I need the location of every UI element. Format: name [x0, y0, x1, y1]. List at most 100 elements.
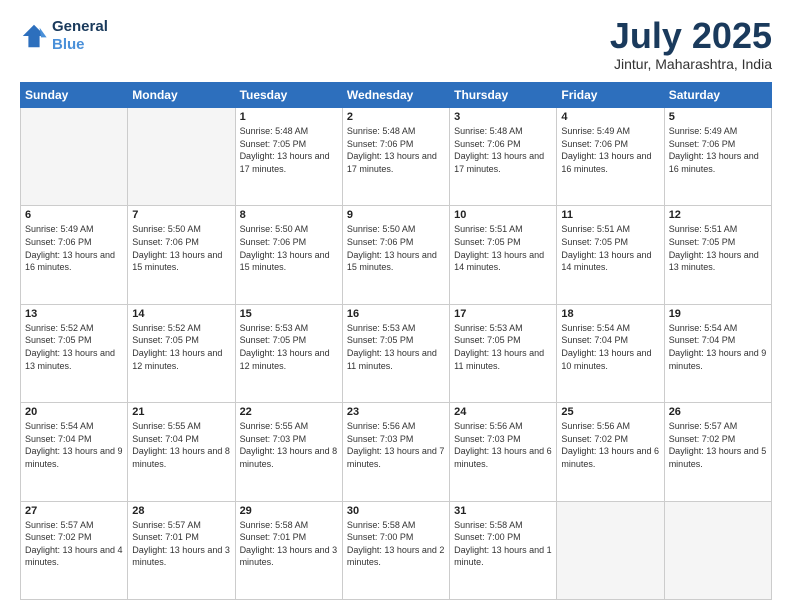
logo-line2: Blue — [52, 36, 108, 54]
day-cell-w4d4: 23 Sunrise: 5:56 AM Sunset: 7:03 PM Dayli… — [342, 403, 449, 501]
day-number: 1 — [240, 111, 338, 123]
location: Jintur, Maharashtra, India — [610, 56, 772, 72]
day-number: 27 — [25, 505, 123, 517]
day-number: 19 — [669, 308, 767, 320]
day-number: 31 — [454, 505, 552, 517]
day-number: 4 — [561, 111, 659, 123]
calendar-table: Sunday Monday Tuesday Wednesday Thursday… — [20, 82, 772, 600]
logo-line1: General — [52, 18, 108, 36]
week-row-3: 13 Sunrise: 5:52 AM Sunset: 7:05 PM Dayli… — [21, 304, 772, 402]
day-number: 11 — [561, 209, 659, 221]
day-info: Sunrise: 5:57 AM Sunset: 7:02 PM Dayligh… — [669, 420, 767, 470]
day-number: 30 — [347, 505, 445, 517]
day-info: Sunrise: 5:52 AM Sunset: 7:05 PM Dayligh… — [25, 322, 123, 372]
logo: General Blue — [20, 18, 108, 54]
day-info: Sunrise: 5:51 AM Sunset: 7:05 PM Dayligh… — [454, 223, 552, 273]
day-number: 2 — [347, 111, 445, 123]
week-row-2: 6 Sunrise: 5:49 AM Sunset: 7:06 PM Daylig… — [21, 206, 772, 304]
day-cell-w2d7: 12 Sunrise: 5:51 AM Sunset: 7:05 PM Dayli… — [664, 206, 771, 304]
day-info: Sunrise: 5:49 AM Sunset: 7:06 PM Dayligh… — [669, 125, 767, 175]
day-number: 13 — [25, 308, 123, 320]
day-cell-w1d3: 1 Sunrise: 5:48 AM Sunset: 7:05 PM Daylig… — [235, 108, 342, 206]
day-info: Sunrise: 5:53 AM Sunset: 7:05 PM Dayligh… — [347, 322, 445, 372]
day-info: Sunrise: 5:58 AM Sunset: 7:00 PM Dayligh… — [347, 519, 445, 569]
header: General Blue July 2025 Jintur, Maharasht… — [20, 18, 772, 72]
week-row-4: 20Sunrise: 5:54 AM Sunset: 7:04 PM Dayli… — [21, 403, 772, 501]
day-info: Sunrise: 5:51 AM Sunset: 7:05 PM Dayligh… — [669, 223, 767, 273]
day-cell-w3d6: 18Sunrise: 5:54 AM Sunset: 7:04 PM Dayli… — [557, 304, 664, 402]
day-info: Sunrise: 5:54 AM Sunset: 7:04 PM Dayligh… — [25, 420, 123, 470]
day-info: Sunrise: 5:56 AM Sunset: 7:02 PM Dayligh… — [561, 420, 659, 470]
day-info: Sunrise: 5:58 AM Sunset: 7:01 PM Dayligh… — [240, 519, 338, 569]
day-info: Sunrise: 5:51 AM Sunset: 7:05 PM Dayligh… — [561, 223, 659, 273]
day-cell-w1d1 — [21, 108, 128, 206]
day-info: Sunrise: 5:49 AM Sunset: 7:06 PM Dayligh… — [25, 223, 123, 273]
col-monday: Monday — [128, 83, 235, 108]
col-thursday: Thursday — [450, 83, 557, 108]
day-number: 12 — [669, 209, 767, 221]
day-cell-w5d7 — [664, 501, 771, 599]
day-cell-w2d5: 10 Sunrise: 5:51 AM Sunset: 7:05 PM Dayli… — [450, 206, 557, 304]
day-number: 6 — [25, 209, 123, 221]
day-cell-w4d7: 26 Sunrise: 5:57 AM Sunset: 7:02 PM Dayli… — [664, 403, 771, 501]
month-title: July 2025 — [610, 18, 772, 54]
day-number: 17 — [454, 308, 552, 320]
day-number: 21 — [132, 406, 230, 418]
day-info: Sunrise: 5:50 AM Sunset: 7:06 PM Dayligh… — [132, 223, 230, 273]
day-number: 16 — [347, 308, 445, 320]
day-info: Sunrise: 5:48 AM Sunset: 7:05 PM Dayligh… — [240, 125, 338, 175]
logo-icon — [20, 22, 48, 50]
day-cell-w4d1: 20Sunrise: 5:54 AM Sunset: 7:04 PM Dayli… — [21, 403, 128, 501]
week-row-5: 27 Sunrise: 5:57 AM Sunset: 7:02 PM Dayli… — [21, 501, 772, 599]
day-cell-w2d4: 9 Sunrise: 5:50 AM Sunset: 7:06 PM Daylig… — [342, 206, 449, 304]
day-number: 15 — [240, 308, 338, 320]
day-number: 10 — [454, 209, 552, 221]
day-cell-w2d6: 11 Sunrise: 5:51 AM Sunset: 7:05 PM Dayli… — [557, 206, 664, 304]
day-cell-w1d2 — [128, 108, 235, 206]
day-info: Sunrise: 5:57 AM Sunset: 7:01 PM Dayligh… — [132, 519, 230, 569]
day-info: Sunrise: 5:50 AM Sunset: 7:06 PM Dayligh… — [240, 223, 338, 273]
day-cell-w5d6 — [557, 501, 664, 599]
day-info: Sunrise: 5:56 AM Sunset: 7:03 PM Dayligh… — [454, 420, 552, 470]
day-number: 24 — [454, 406, 552, 418]
day-info: Sunrise: 5:48 AM Sunset: 7:06 PM Dayligh… — [347, 125, 445, 175]
day-cell-w5d1: 27 Sunrise: 5:57 AM Sunset: 7:02 PM Dayli… — [21, 501, 128, 599]
day-cell-w1d5: 3Sunrise: 5:48 AM Sunset: 7:06 PM Daylig… — [450, 108, 557, 206]
day-info: Sunrise: 5:54 AM Sunset: 7:04 PM Dayligh… — [669, 322, 767, 372]
calendar-header-row: Sunday Monday Tuesday Wednesday Thursday… — [21, 83, 772, 108]
day-cell-w4d5: 24 Sunrise: 5:56 AM Sunset: 7:03 PM Dayli… — [450, 403, 557, 501]
day-cell-w5d4: 30 Sunrise: 5:58 AM Sunset: 7:00 PM Dayli… — [342, 501, 449, 599]
day-number: 23 — [347, 406, 445, 418]
day-info: Sunrise: 5:48 AM Sunset: 7:06 PM Dayligh… — [454, 125, 552, 175]
day-info: Sunrise: 5:57 AM Sunset: 7:02 PM Dayligh… — [25, 519, 123, 569]
day-info: Sunrise: 5:53 AM Sunset: 7:05 PM Dayligh… — [454, 322, 552, 372]
day-info: Sunrise: 5:50 AM Sunset: 7:06 PM Dayligh… — [347, 223, 445, 273]
day-info: Sunrise: 5:56 AM Sunset: 7:03 PM Dayligh… — [347, 420, 445, 470]
title-block: July 2025 Jintur, Maharashtra, India — [610, 18, 772, 72]
col-saturday: Saturday — [664, 83, 771, 108]
day-info: Sunrise: 5:55 AM Sunset: 7:03 PM Dayligh… — [240, 420, 338, 470]
day-cell-w3d7: 19 Sunrise: 5:54 AM Sunset: 7:04 PM Dayli… — [664, 304, 771, 402]
day-number: 26 — [669, 406, 767, 418]
day-info: Sunrise: 5:52 AM Sunset: 7:05 PM Dayligh… — [132, 322, 230, 372]
day-number: 7 — [132, 209, 230, 221]
day-number: 9 — [347, 209, 445, 221]
day-cell-w3d4: 16 Sunrise: 5:53 AM Sunset: 7:05 PM Dayli… — [342, 304, 449, 402]
col-wednesday: Wednesday — [342, 83, 449, 108]
day-info: Sunrise: 5:58 AM Sunset: 7:00 PM Dayligh… — [454, 519, 552, 569]
day-number: 5 — [669, 111, 767, 123]
day-info: Sunrise: 5:54 AM Sunset: 7:04 PM Dayligh… — [561, 322, 659, 372]
day-cell-w3d5: 17 Sunrise: 5:53 AM Sunset: 7:05 PM Dayli… — [450, 304, 557, 402]
day-number: 8 — [240, 209, 338, 221]
day-cell-w2d3: 8 Sunrise: 5:50 AM Sunset: 7:06 PM Daylig… — [235, 206, 342, 304]
day-number: 25 — [561, 406, 659, 418]
col-tuesday: Tuesday — [235, 83, 342, 108]
day-info: Sunrise: 5:53 AM Sunset: 7:05 PM Dayligh… — [240, 322, 338, 372]
week-row-1: 1 Sunrise: 5:48 AM Sunset: 7:05 PM Daylig… — [21, 108, 772, 206]
logo-text: General Blue — [52, 18, 108, 54]
col-friday: Friday — [557, 83, 664, 108]
day-info: Sunrise: 5:49 AM Sunset: 7:06 PM Dayligh… — [561, 125, 659, 175]
day-number: 22 — [240, 406, 338, 418]
day-cell-w3d3: 15 Sunrise: 5:53 AM Sunset: 7:05 PM Dayli… — [235, 304, 342, 402]
day-cell-w5d5: 31 Sunrise: 5:58 AM Sunset: 7:00 PM Dayli… — [450, 501, 557, 599]
